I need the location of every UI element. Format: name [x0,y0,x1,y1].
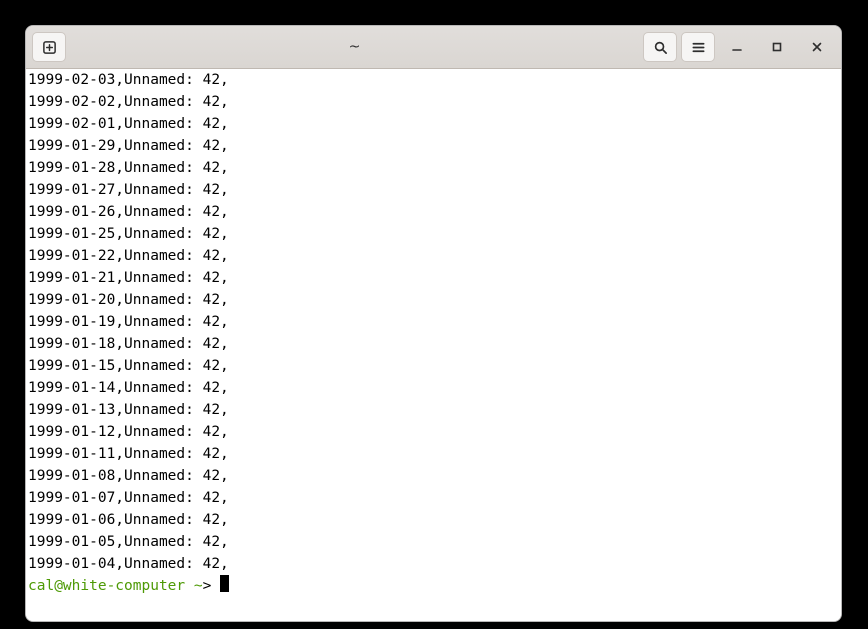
prompt-line[interactable]: cal@white-computer ~> [28,575,839,597]
output-line: 1999-01-11,Unnamed: 42, [28,443,839,465]
output-line: 1999-01-05,Unnamed: 42, [28,531,839,553]
terminal-output[interactable]: 1999-02-03,Unnamed: 42,1999-02-02,Unname… [26,69,841,621]
menu-button[interactable] [681,32,715,62]
maximize-button[interactable] [759,32,795,62]
titlebar: ~ [26,26,841,69]
output-line: 1999-01-21,Unnamed: 42, [28,267,839,289]
search-icon [653,40,668,55]
output-line: 1999-01-19,Unnamed: 42, [28,311,839,333]
hamburger-icon [691,40,706,55]
new-tab-icon [42,40,57,55]
prompt-path: ~ [194,578,203,594]
output-line: 1999-01-29,Unnamed: 42, [28,135,839,157]
maximize-icon [771,41,783,53]
output-line: 1999-01-26,Unnamed: 42, [28,201,839,223]
output-line: 1999-02-03,Unnamed: 42, [28,69,839,91]
output-line: 1999-01-20,Unnamed: 42, [28,289,839,311]
output-line: 1999-01-25,Unnamed: 42, [28,223,839,245]
output-line: 1999-01-18,Unnamed: 42, [28,333,839,355]
output-line: 1999-01-14,Unnamed: 42, [28,377,839,399]
minimize-button[interactable] [719,32,755,62]
search-button[interactable] [643,32,677,62]
output-line: 1999-01-27,Unnamed: 42, [28,179,839,201]
prompt-symbol: > [203,578,220,594]
window-title: ~ [66,39,643,55]
output-line: 1999-01-07,Unnamed: 42, [28,487,839,509]
close-icon [811,41,823,53]
output-line: 1999-01-04,Unnamed: 42, [28,553,839,575]
output-line: 1999-01-28,Unnamed: 42, [28,157,839,179]
output-line: 1999-01-08,Unnamed: 42, [28,465,839,487]
output-line: 1999-01-12,Unnamed: 42, [28,421,839,443]
terminal-window: ~ [25,25,842,622]
new-tab-button[interactable] [32,32,66,62]
prompt-user-host: cal@white-computer [28,578,185,594]
output-line: 1999-01-06,Unnamed: 42, [28,509,839,531]
cursor [220,575,229,592]
output-line: 1999-02-02,Unnamed: 42, [28,91,839,113]
close-button[interactable] [799,32,835,62]
output-line: 1999-01-15,Unnamed: 42, [28,355,839,377]
output-line: 1999-02-01,Unnamed: 42, [28,113,839,135]
output-line: 1999-01-22,Unnamed: 42, [28,245,839,267]
minimize-icon [731,41,743,53]
output-line: 1999-01-13,Unnamed: 42, [28,399,839,421]
